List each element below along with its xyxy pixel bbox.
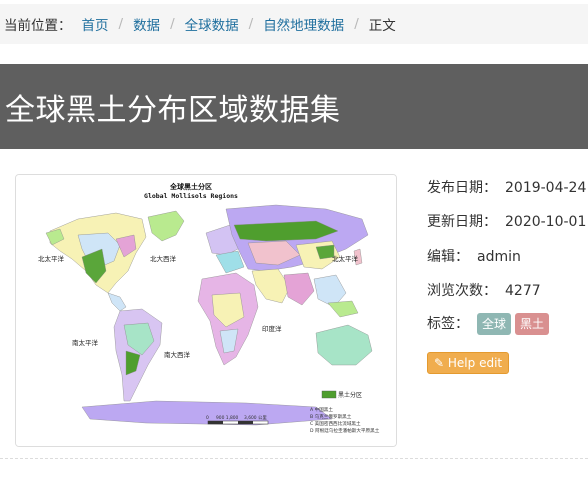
tag-global[interactable]: 全球	[477, 313, 512, 336]
legend-item-b: B 乌克兰俄罗斯黑土	[310, 413, 352, 420]
map-label-indian-ocean: 印度洋	[262, 324, 282, 333]
breadcrumb-prefix: 当前位置：	[4, 18, 72, 34]
views-row: 浏览次数： 4277	[427, 280, 541, 300]
breadcrumb-global-data-link[interactable]: 全球数据	[185, 14, 239, 34]
update-date-row: 更新日期： 2020-10-01	[427, 211, 586, 231]
legend-item-c: C 美国密西西比流域黑土	[310, 420, 361, 427]
map-thumbnail[interactable]: 全球黑土分区 Global Mollisols Regions 北太平洋 北大西…	[15, 174, 397, 447]
map-label-north-pacific-right: 北太平洋	[332, 254, 359, 263]
page-title-bar: 全球黑土分布区域数据集	[0, 64, 588, 149]
map-label-north-pacific-left: 北太平洋	[38, 254, 65, 263]
breadcrumb-separator: /	[170, 16, 175, 32]
scale-label-end: 3,600 公里	[244, 415, 267, 421]
scale-label-0: 0	[206, 415, 209, 421]
map-label-south-atlantic: 南大西洋	[164, 350, 191, 359]
breadcrumb-data-link[interactable]: 数据	[133, 14, 160, 34]
breadcrumb-home-link[interactable]: 首页	[82, 14, 109, 34]
editor-value: admin	[477, 249, 521, 265]
breadcrumb-separator: /	[354, 16, 359, 32]
scale-label-mid: 900 1,800	[216, 415, 239, 421]
section-divider	[0, 458, 588, 459]
publish-date-label: 发布日期：	[427, 180, 497, 196]
publish-date-value: 2019-04-24	[505, 180, 587, 196]
legend-item-a: A 中国黑土	[310, 406, 333, 413]
breadcrumb-current: 正文	[368, 18, 396, 34]
views-value: 4277	[505, 283, 541, 299]
tags-label: 标签：	[427, 316, 469, 332]
page-title: 全球黑土分布区域数据集	[5, 92, 341, 128]
map-legend-title: 黑土分区	[338, 391, 362, 399]
breadcrumb: 当前位置： 首页 / 数据 / 全球数据 / 自然地理数据 / 正文	[0, 4, 588, 44]
map-label-south-pacific: 南太平洋	[72, 338, 99, 347]
legend-swatch	[321, 390, 337, 399]
breadcrumb-natural-geo-link[interactable]: 自然地理数据	[263, 14, 344, 34]
update-date-label: 更新日期：	[427, 214, 497, 230]
views-label: 浏览次数：	[427, 283, 497, 299]
editor-row: 编辑： admin	[427, 246, 521, 266]
map-scale-bar: 0 900 1,800 3,600 公里	[206, 415, 269, 425]
tag-mollisol[interactable]: 黑土	[515, 313, 550, 336]
editor-label: 编辑：	[427, 249, 469, 265]
map-subtitle: Global Mollisols Regions	[144, 192, 238, 200]
breadcrumb-separator: /	[248, 16, 254, 32]
tags-row: 标签： 全球 黑土	[427, 313, 550, 336]
help-edit-button[interactable]: ✎ Help edit	[427, 352, 510, 374]
map-title: 全球黑土分区	[169, 182, 212, 191]
world-mollisols-map: 全球黑土分区 Global Mollisols Regions 北太平洋 北大西…	[16, 175, 396, 446]
breadcrumb-separator: /	[118, 16, 124, 32]
legend-item-d: D 阿根廷乌拉圭潘帕斯大平原黑土	[310, 427, 380, 434]
pencil-icon: ✎	[434, 356, 445, 370]
help-edit-label: Help edit	[447, 356, 503, 370]
map-label-north-atlantic: 北大西洋	[150, 254, 177, 263]
publish-date-row: 发布日期： 2019-04-24	[427, 177, 586, 197]
update-date-value: 2020-10-01	[505, 214, 587, 230]
